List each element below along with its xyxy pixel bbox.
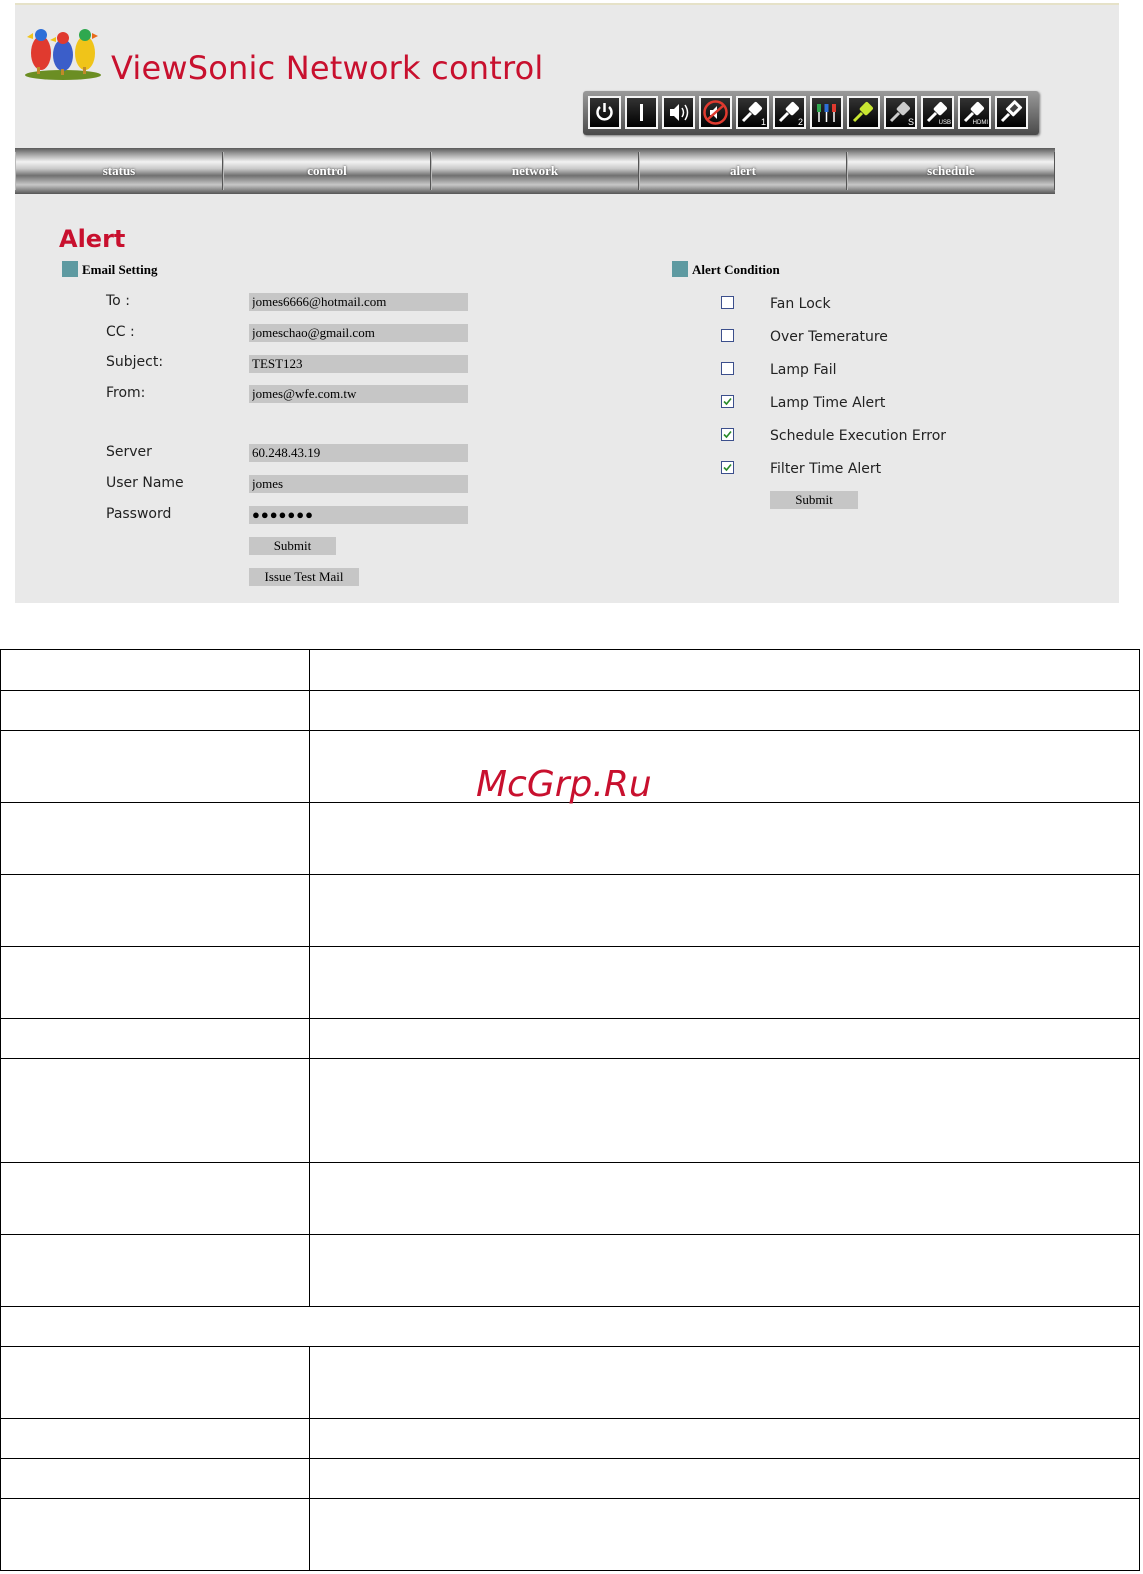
from-field[interactable] [249, 385, 468, 403]
checkmark-icon [723, 463, 732, 472]
computer-2-label: 2 [797, 117, 803, 127]
mute-button[interactable] [699, 96, 732, 129]
schedule-execution-error-label: Schedule Execution Error [770, 428, 947, 444]
computer-1-label: 1 [760, 117, 766, 127]
power-button[interactable] [588, 96, 621, 129]
table-row [0, 691, 1140, 731]
table-row [0, 1163, 1140, 1235]
over-temperature-checkbox[interactable] [721, 329, 734, 342]
alert-condition-title: Alert Condition [692, 262, 780, 277]
main-nav: status control network alert schedule [15, 148, 1055, 194]
alert-submit-button[interactable]: Submit [770, 491, 858, 509]
email-setting-title: Email Setting [82, 262, 158, 277]
server-label: Server [106, 444, 152, 460]
tab-control[interactable]: control [223, 152, 431, 190]
table-row [0, 1059, 1140, 1163]
server-field[interactable] [249, 444, 468, 462]
component-button[interactable] [810, 96, 843, 129]
subject-label: Subject: [106, 354, 164, 370]
computer-1-button[interactable]: 1 [736, 96, 769, 129]
filter-time-alert-checkbox[interactable] [721, 461, 734, 474]
page-title: Alert [59, 225, 126, 253]
from-label: From: [106, 385, 146, 401]
username-label: User Name [106, 475, 184, 491]
usb-button[interactable]: USB [921, 96, 954, 129]
lamp-fail-label: Lamp Fail [770, 362, 837, 378]
video-icon [852, 102, 873, 123]
usb-label: USB [938, 120, 951, 126]
tab-network[interactable]: network [431, 152, 639, 190]
table-row [0, 1347, 1140, 1419]
hdmi-label: HDMI [972, 120, 988, 126]
volume-icon [670, 104, 689, 121]
hdmi-button[interactable]: HDMI [958, 96, 991, 129]
cc-label: CC : [106, 324, 135, 340]
video-button[interactable] [847, 96, 880, 129]
app-title: ViewSonic Network control [111, 49, 544, 87]
dvi-icon [1000, 100, 1023, 123]
on-button[interactable] [625, 96, 658, 129]
issue-test-mail-button[interactable]: Issue Test Mail [249, 568, 359, 586]
password-label: Password [106, 506, 172, 522]
schedule-execution-error-checkbox[interactable] [721, 428, 734, 441]
table-row [0, 1499, 1140, 1571]
screenshot-panel: ViewSonic Network control 1 2 S USB HDMI… [15, 3, 1119, 603]
section-bullet-icon [672, 261, 688, 277]
s-video-button[interactable]: S [884, 96, 917, 129]
filter-time-alert-label: Filter Time Alert [770, 461, 882, 477]
s-video-label: S [907, 117, 914, 127]
tab-status[interactable]: status [15, 152, 223, 190]
watermark: McGrp.Ru [476, 764, 652, 805]
lamp-time-alert-checkbox[interactable] [721, 395, 734, 408]
password-field[interactable] [249, 506, 468, 524]
projector-toolbar: 1 2 S USB HDMI [583, 91, 1039, 135]
viewsonic-birds-logo [25, 29, 101, 80]
subject-field[interactable] [249, 355, 468, 373]
checkmark-icon [723, 397, 732, 406]
to-field[interactable] [249, 293, 468, 311]
table-section-row [0, 1307, 1140, 1347]
table-row [0, 1459, 1140, 1499]
power-icon [596, 103, 613, 121]
lamp-fail-checkbox[interactable] [721, 362, 734, 375]
email-submit-button[interactable]: Submit [249, 537, 336, 555]
lamp-time-alert-label: Lamp Time Alert [770, 395, 886, 411]
computer-2-button[interactable]: 2 [773, 96, 806, 129]
over-temperature-label: Over Temerature [770, 329, 888, 345]
table-row [0, 947, 1140, 1019]
fan-lock-checkbox[interactable] [721, 296, 734, 309]
tab-schedule[interactable]: schedule [847, 152, 1055, 190]
dvi-button[interactable] [995, 96, 1028, 129]
section-bullet-icon [62, 261, 78, 277]
table-row [0, 649, 1140, 691]
mute-icon [703, 100, 728, 125]
volume-button[interactable] [662, 96, 695, 129]
fan-lock-label: Fan Lock [770, 296, 831, 312]
component-icon [817, 104, 836, 122]
table-row [0, 875, 1140, 947]
table-row [0, 1235, 1140, 1307]
on-icon [640, 104, 643, 121]
table-row [0, 803, 1140, 875]
table-row [0, 1019, 1140, 1059]
to-label: To : [106, 293, 130, 309]
cc-field[interactable] [249, 324, 468, 342]
table-row [0, 1419, 1140, 1459]
tab-alert[interactable]: alert [639, 152, 847, 190]
checkmark-icon [723, 430, 732, 439]
username-field[interactable] [249, 475, 468, 493]
